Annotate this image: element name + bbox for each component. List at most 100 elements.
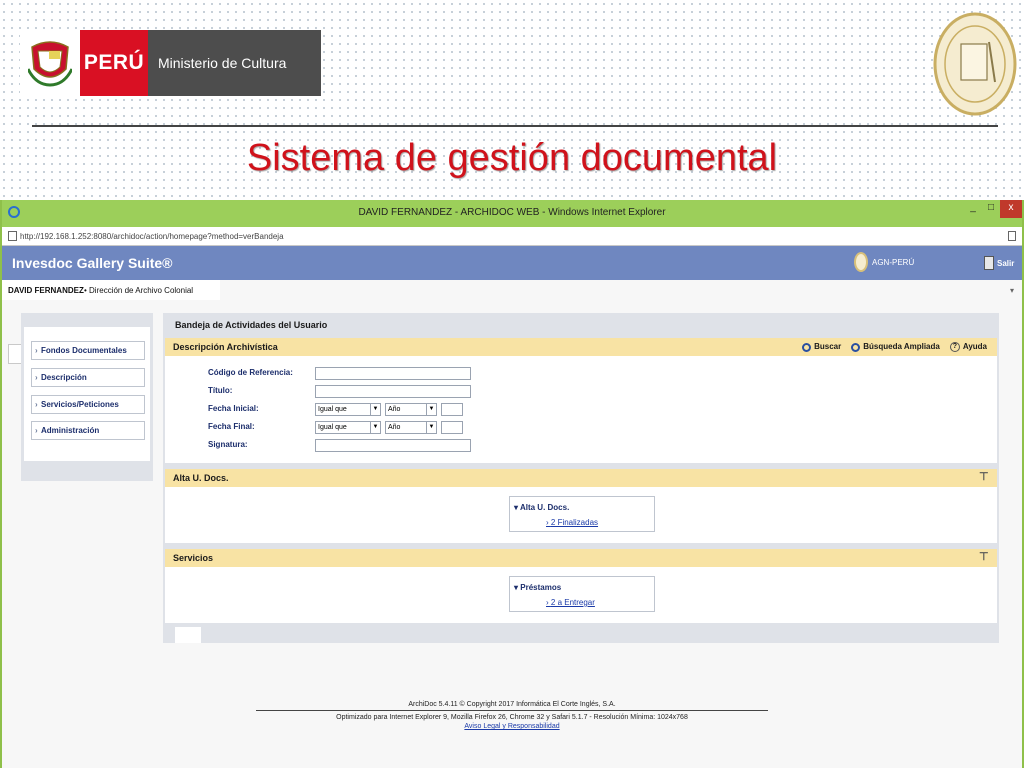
link-label: 2 a Entregar	[550, 598, 595, 607]
ministry-label: Ministerio de Cultura	[148, 30, 321, 96]
servicios-section-body: ▾ Préstamos › 2 a Entregar	[165, 567, 997, 623]
pin-icon[interactable]: ⊤	[979, 552, 989, 563]
agn-logo: AGN-PERÚ	[854, 252, 914, 272]
section-title: Descripción Archivística	[173, 342, 278, 352]
buscar-button[interactable]: Buscar	[802, 338, 841, 356]
fecha-inicial-unit-select[interactable]: Año ▼	[385, 403, 437, 416]
user-name: DAVID FERNANDEZ	[8, 286, 84, 295]
sidebar-item-label: Descripción	[41, 373, 87, 382]
compatibility-icon[interactable]	[1008, 231, 1016, 241]
sidebar-item-administracion[interactable]: › Administración	[31, 421, 145, 440]
pin-icon[interactable]: ⊤	[979, 472, 989, 483]
a-entregar-link[interactable]: › 2 a Entregar	[546, 598, 595, 607]
sidebar-item-descripcion[interactable]: › Descripción	[31, 368, 145, 387]
browser-support-text: Optimizado para Internet Explorer 9, Moz…	[336, 714, 688, 721]
sidebar-item-label: Servicios/Peticiones	[41, 400, 119, 409]
titulo-label: Título:	[208, 386, 233, 395]
sidebar-item-label: Fondos Documentales	[41, 346, 127, 355]
browser-titlebar[interactable]: DAVID FERNANDEZ - ARCHIDOC WEB - Windows…	[2, 200, 1022, 227]
sidebar-item-label: Administración	[41, 426, 100, 435]
government-logo: PERÚ Ministerio de Cultura	[20, 30, 321, 96]
page-title: Bandeja de Actividades del Usuario	[175, 320, 328, 330]
help-icon: ?	[949, 342, 960, 352]
select-value: Igual que	[318, 406, 347, 413]
busqueda-ampliada-label: Búsqueda Ampliada	[863, 342, 940, 351]
chevron-right-icon: ›	[35, 373, 38, 382]
app-brand: Invesdoc Gallery Suite®	[12, 255, 173, 271]
chevron-down-icon: ▼	[426, 422, 436, 433]
copyright-text: ArchiDoc 5.4.11 © Copyright 2017 Informá…	[408, 701, 616, 708]
advanced-search-icon	[851, 342, 861, 352]
alta-tree-title[interactable]: ▾ Alta U. Docs.	[514, 503, 569, 512]
alta-section-header: Alta U. Docs. ⊤	[165, 469, 997, 487]
footer: ArchiDoc 5.4.11 © Copyright 2017 Informá…	[0, 700, 1024, 731]
tree-title-label: Alta U. Docs.	[519, 503, 570, 512]
ayuda-label: Ayuda	[962, 342, 987, 351]
buscar-label: Buscar	[814, 342, 842, 351]
sidebar-item-servicios-peticiones[interactable]: › Servicios/Peticiones	[31, 395, 145, 414]
exit-button[interactable]: Salir	[984, 256, 1014, 270]
page-icon	[8, 231, 17, 241]
busqueda-ampliada-button[interactable]: Búsqueda Ampliada	[851, 338, 940, 356]
search-toolbar: Buscar Búsqueda Ampliada ? Ayuda	[802, 338, 987, 356]
chevron-down-icon[interactable]: ▾	[1010, 286, 1014, 295]
fecha-inicial-operator-select[interactable]: Igual que ▼	[315, 403, 381, 416]
footer-divider	[256, 710, 768, 711]
fecha-inicial-label: Fecha Inicial:	[208, 404, 259, 413]
chevron-right-icon: ›	[35, 346, 38, 355]
link-label: 2 Finalizadas	[550, 518, 599, 527]
fecha-final-label: Fecha Final:	[208, 422, 255, 431]
fecha-inicial-value-input[interactable]	[441, 403, 463, 416]
exit-label: Salir	[997, 258, 1015, 268]
department-label: • Dirección de Archivo Colonial	[84, 286, 194, 295]
section-title: Servicios	[173, 553, 214, 563]
descripcion-section-header: Descripción Archivística Buscar Búsqueda…	[165, 338, 997, 356]
chevron-down-icon: ▼	[370, 422, 380, 433]
chevron-down-icon: ▼	[426, 404, 436, 415]
collapse-sidebar-icon[interactable]	[8, 344, 22, 364]
ayuda-button[interactable]: ? Ayuda	[949, 338, 987, 356]
select-value: Año	[388, 424, 401, 431]
sidebar-menu: › Fondos Documentales › Descripción › Se…	[24, 327, 150, 461]
window-controls: _ □ x	[964, 200, 1022, 218]
close-button[interactable]: x	[1000, 200, 1022, 218]
prestamos-tree-title[interactable]: ▾ Préstamos	[514, 583, 561, 592]
fecha-final-value-input[interactable]	[441, 421, 463, 434]
finalizadas-link[interactable]: › 2 Finalizadas	[546, 518, 598, 527]
chevron-down-icon: ▼	[370, 404, 380, 415]
panel-tab	[175, 627, 201, 643]
app-header: Invesdoc Gallery Suite® AGN-PERÚ Salir	[2, 246, 1022, 280]
signatura-input[interactable]	[315, 439, 471, 452]
select-value: Año	[388, 406, 401, 413]
search-icon	[802, 342, 812, 352]
servicios-section-header: Servicios ⊤	[165, 549, 997, 567]
archivo-general-seal-icon	[933, 12, 1017, 116]
codigo-input[interactable]	[315, 367, 471, 380]
maximize-button[interactable]: □	[982, 200, 1000, 218]
exit-door-icon	[984, 256, 994, 270]
chevron-right-icon: ›	[35, 400, 38, 409]
fecha-final-unit-select[interactable]: Año ▼	[385, 421, 437, 434]
user-bar: DAVID FERNANDEZ • Dirección de Archivo C…	[2, 280, 220, 300]
main-panel: Bandeja de Actividades del Usuario Descr…	[163, 313, 999, 643]
chevron-right-icon: ›	[35, 426, 38, 435]
fecha-final-operator-select[interactable]: Igual que ▼	[315, 421, 381, 434]
select-value: Igual que	[318, 424, 347, 431]
section-title: Alta U. Docs.	[173, 473, 229, 483]
address-url[interactable]: http://192.168.1.252:8080/archidoc/actio…	[20, 232, 284, 241]
minimize-button[interactable]: _	[964, 200, 982, 218]
legal-notice-link[interactable]: Aviso Legal y Responsabilidad	[464, 723, 559, 730]
sidebar-item-fondos-documentales[interactable]: › Fondos Documentales	[31, 341, 145, 360]
alta-section-body: ▾ Alta U. Docs. › 2 Finalizadas	[165, 487, 997, 543]
sidebar: › Fondos Documentales › Descripción › Se…	[21, 313, 153, 481]
agn-seal-icon	[854, 252, 868, 272]
codigo-label: Código de Referencia:	[208, 368, 293, 377]
servicios-tree: ▾ Préstamos › 2 a Entregar	[509, 576, 655, 612]
tree-title-label: Préstamos	[520, 583, 562, 592]
signatura-label: Signatura:	[208, 440, 248, 449]
descripcion-form: Código de Referencia: Título: Fecha Inic…	[165, 356, 997, 463]
titulo-input[interactable]	[315, 385, 471, 398]
peru-label: PERÚ	[80, 30, 148, 96]
address-bar[interactable]: http://192.168.1.252:8080/archidoc/actio…	[2, 227, 1022, 246]
agn-label: AGN-PERÚ	[872, 257, 915, 267]
